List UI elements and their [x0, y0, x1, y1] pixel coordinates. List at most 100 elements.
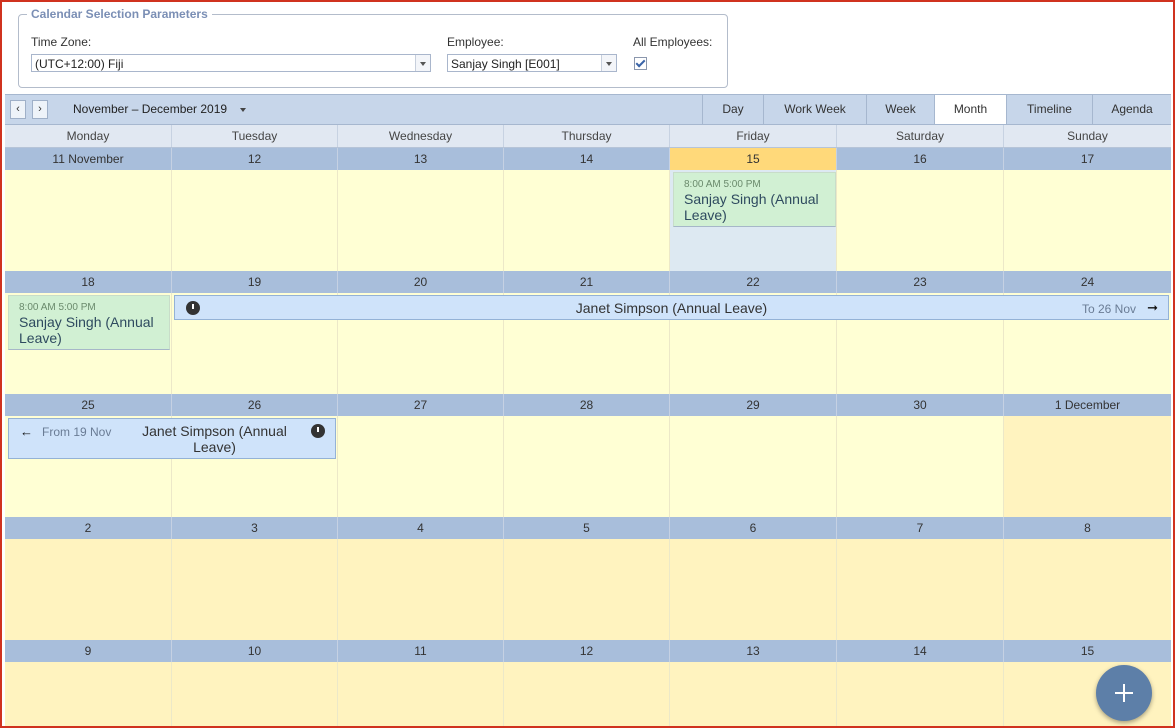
- day-cell[interactable]: [338, 170, 504, 271]
- arrow-right-icon: ➞: [1147, 300, 1158, 315]
- day-header[interactable]: 9: [5, 640, 172, 662]
- day-cell[interactable]: [338, 416, 504, 517]
- day-header[interactable]: 23: [837, 271, 1004, 293]
- day-cell[interactable]: [1004, 539, 1171, 640]
- period-selector[interactable]: November – December 2019: [73, 102, 227, 116]
- day-header[interactable]: 13: [670, 640, 837, 662]
- day-header[interactable]: 14: [504, 148, 670, 170]
- day-header[interactable]: 18: [5, 271, 172, 293]
- day-header[interactable]: 5: [504, 517, 670, 539]
- day-header[interactable]: 26: [172, 394, 338, 416]
- weekday-thursday: Thursday: [504, 125, 670, 147]
- day-header-today[interactable]: 15: [670, 148, 837, 170]
- day-header[interactable]: 12: [172, 148, 338, 170]
- day-header[interactable]: 11: [338, 640, 504, 662]
- day-cell[interactable]: [504, 170, 670, 271]
- all-employees-checkbox[interactable]: [634, 57, 647, 70]
- day-header[interactable]: 20: [338, 271, 504, 293]
- day-cell[interactable]: [670, 416, 837, 517]
- day-cell[interactable]: [837, 539, 1004, 640]
- calendar-selection-parameters: Calendar Selection Parameters Time Zone:…: [18, 7, 728, 88]
- day-header[interactable]: 25: [5, 394, 172, 416]
- appointment-title: Janet Simpson (Annual Leave): [575, 300, 768, 316]
- day-cell[interactable]: [172, 662, 338, 728]
- tab-agenda[interactable]: Agenda: [1092, 95, 1171, 124]
- day-cell[interactable]: [338, 662, 504, 728]
- day-header[interactable]: 11 November: [5, 148, 172, 170]
- day-cell[interactable]: [5, 539, 172, 640]
- tab-week[interactable]: Week: [866, 95, 934, 124]
- day-cell[interactable]: [504, 416, 670, 517]
- day-cell[interactable]: [504, 539, 670, 640]
- chevron-down-icon[interactable]: [415, 55, 430, 71]
- day-header[interactable]: 28: [504, 394, 670, 416]
- day-header[interactable]: 3: [172, 517, 338, 539]
- appointment-sanjay-15-nov[interactable]: 8:00 AM 5:00 PM Sanjay Singh (Annual Lea…: [673, 172, 836, 227]
- tab-work-week[interactable]: Work Week: [763, 95, 866, 124]
- appointment-sanjay-18-nov[interactable]: 8:00 AM 5:00 PM Sanjay Singh (Annual Lea…: [8, 295, 170, 350]
- day-header[interactable]: 22: [670, 271, 837, 293]
- arrow-left-icon: ←: [20, 424, 33, 439]
- appointment-title: Sanjay Singh (Annual Leave): [684, 191, 819, 223]
- chevron-down-icon[interactable]: [240, 108, 246, 112]
- day-header[interactable]: 4: [338, 517, 504, 539]
- scheduler-toolbar: ‹ › November – December 2019 Day Work We…: [5, 94, 1171, 125]
- appointment-janet-week-3[interactable]: Janet Simpson (Annual Leave) To 26 Nov ➞: [174, 295, 1169, 320]
- day-cell[interactable]: [1004, 170, 1171, 271]
- day-header[interactable]: 8: [1004, 517, 1171, 539]
- day-header[interactable]: 17: [1004, 148, 1171, 170]
- day-cell[interactable]: [837, 416, 1004, 517]
- day-cell[interactable]: [670, 539, 837, 640]
- continues-label: To 26 Nov: [1081, 302, 1136, 316]
- day-header[interactable]: 30: [837, 394, 1004, 416]
- weekday-tuesday: Tuesday: [172, 125, 338, 147]
- day-cell[interactable]: [1004, 416, 1171, 517]
- employee-select[interactable]: Sanjay Singh [E001]: [447, 54, 617, 72]
- day-header[interactable]: 10: [172, 640, 338, 662]
- weekday-friday: Friday: [670, 125, 837, 147]
- next-period-button[interactable]: ›: [32, 100, 48, 119]
- day-cell[interactable]: [837, 170, 1004, 271]
- params-legend: Calendar Selection Parameters: [27, 7, 212, 21]
- timezone-select[interactable]: (UTC+12:00) Fiji: [31, 54, 431, 72]
- day-cell[interactable]: [670, 662, 837, 728]
- all-employees-label: All Employees:: [633, 35, 713, 49]
- timezone-label: Time Zone:: [31, 35, 92, 49]
- day-header[interactable]: 16: [837, 148, 1004, 170]
- day-header[interactable]: 1 December: [1004, 394, 1171, 416]
- tab-day[interactable]: Day: [702, 95, 763, 124]
- day-header[interactable]: 12: [504, 640, 670, 662]
- tab-month[interactable]: Month: [934, 95, 1006, 124]
- day-header[interactable]: 24: [1004, 271, 1171, 293]
- prev-period-button[interactable]: ‹: [10, 100, 26, 119]
- appointment-time: 8:00 AM 5:00 PM: [684, 179, 761, 190]
- day-cell[interactable]: [837, 662, 1004, 728]
- day-cell[interactable]: [504, 662, 670, 728]
- appointment-janet-week-4[interactable]: ← From 19 Nov Janet Simpson (Annual Leav…: [8, 418, 336, 459]
- day-cell[interactable]: [172, 170, 338, 271]
- day-header[interactable]: 2: [5, 517, 172, 539]
- day-header[interactable]: 6: [670, 517, 837, 539]
- day-header[interactable]: 27: [338, 394, 504, 416]
- clock-icon: [311, 424, 325, 438]
- appointment-title: Janet Simpson (Annual Leave): [142, 423, 287, 455]
- day-cell[interactable]: [172, 539, 338, 640]
- employee-label: Employee:: [447, 35, 504, 49]
- appointment-time: 8:00 AM 5:00 PM: [19, 302, 96, 313]
- day-header[interactable]: 19: [172, 271, 338, 293]
- tab-timeline[interactable]: Timeline: [1006, 95, 1092, 124]
- day-header[interactable]: 21: [504, 271, 670, 293]
- weekday-sunday: Sunday: [1067, 129, 1108, 143]
- day-cell[interactable]: [338, 539, 504, 640]
- day-header[interactable]: 29: [670, 394, 837, 416]
- weekday-wednesday: Wednesday: [338, 125, 504, 147]
- chevron-down-icon[interactable]: [601, 55, 616, 71]
- day-header[interactable]: 7: [837, 517, 1004, 539]
- appointment-title: Sanjay Singh (Annual Leave): [19, 314, 154, 346]
- day-header[interactable]: 15: [1004, 640, 1171, 662]
- day-cell[interactable]: [5, 662, 172, 728]
- day-cell[interactable]: [5, 170, 172, 271]
- day-header[interactable]: 13: [338, 148, 504, 170]
- day-header[interactable]: 14: [837, 640, 1004, 662]
- add-appointment-button[interactable]: [1096, 665, 1152, 721]
